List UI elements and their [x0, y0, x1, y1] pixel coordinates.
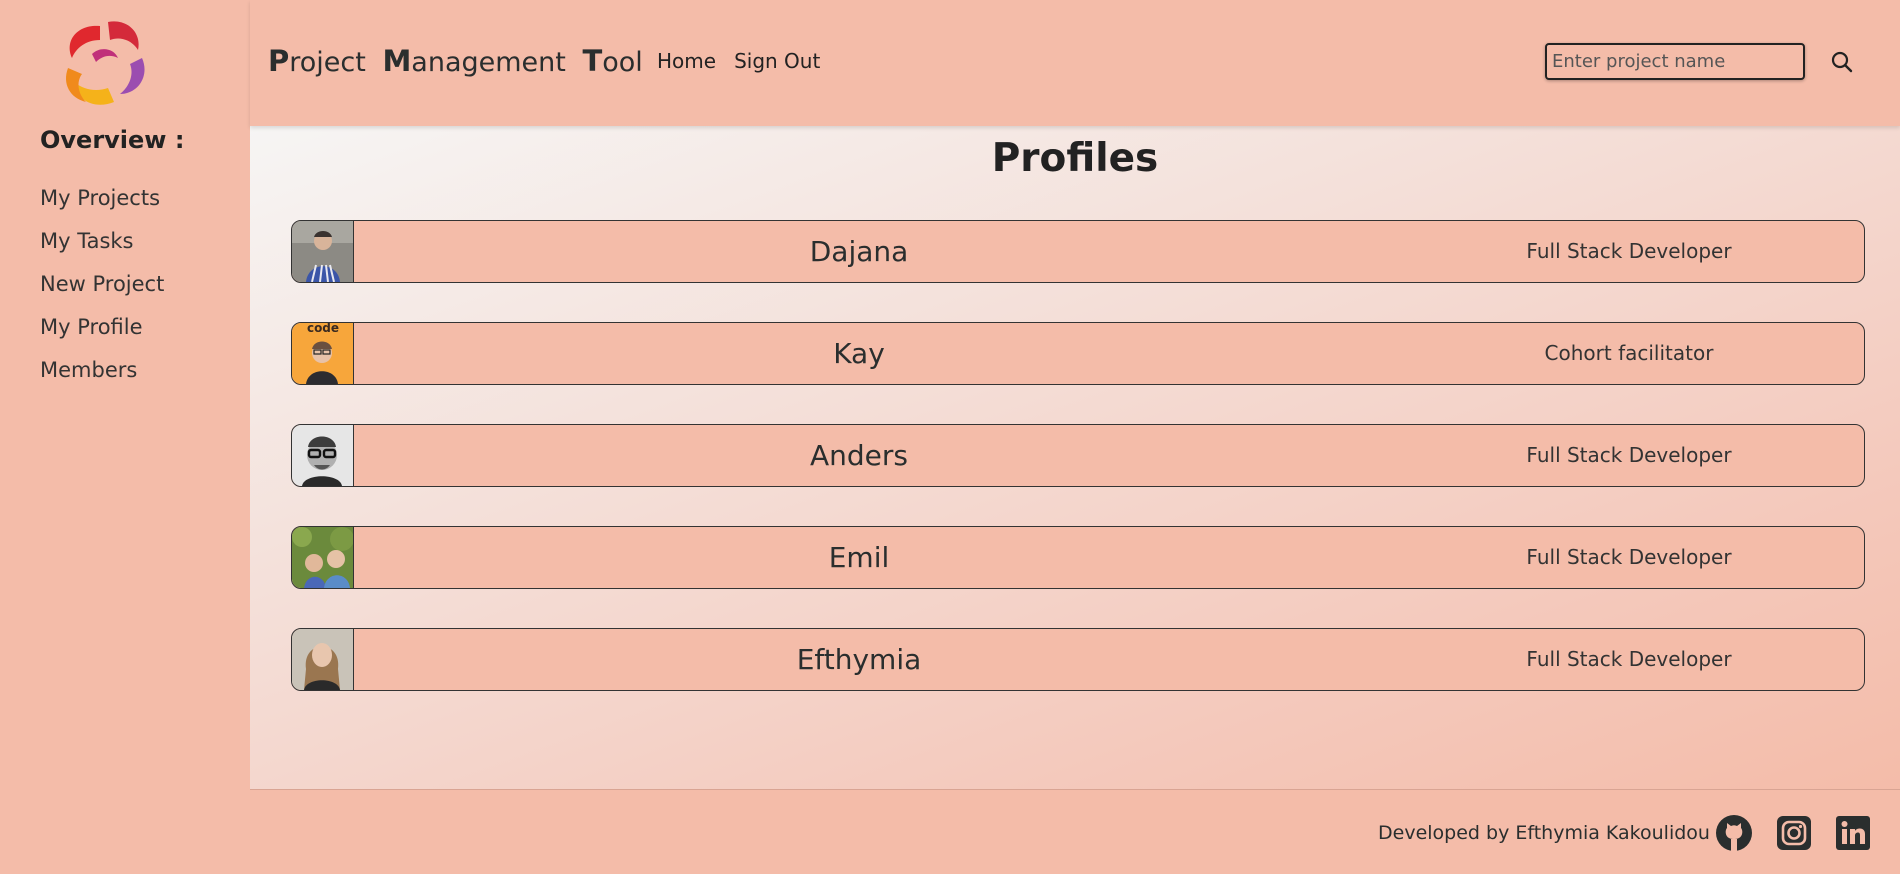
footer-credit: Developed by Efthymia Kakoulidou [1378, 822, 1710, 844]
sidebar: Overview : My Projects My Tasks New Proj… [0, 0, 250, 874]
profile-role: Full Stack Developer [1526, 647, 1732, 671]
app-title-initial: P [268, 44, 290, 78]
app-title-word: Project [268, 44, 366, 78]
profiles-list: Dajana Full Stack Developer code Kay Coh… [291, 220, 1865, 730]
profile-role: Full Stack Developer [1526, 239, 1732, 263]
profile-card[interactable]: code Kay Cohort facilitator [291, 322, 1865, 385]
app-title-initial: T [582, 44, 603, 78]
header: Project Management Tool Home Sign Out [250, 0, 1900, 126]
linkedin-icon[interactable] [1834, 814, 1872, 852]
search-icon[interactable] [1828, 48, 1856, 76]
app-title[interactable]: Project Management Tool [268, 44, 651, 78]
top-nav: Home Sign Out [657, 49, 820, 73]
profile-card[interactable]: Dajana Full Stack Developer [291, 220, 1865, 283]
sidebar-item-my-profile[interactable]: My Profile [40, 315, 164, 358]
github-icon[interactable] [1715, 814, 1753, 852]
app-title-rest: ool [602, 47, 643, 78]
app-title-word: Tool [582, 44, 642, 78]
sidebar-nav: My Projects My Tasks New Project My Prof… [40, 186, 164, 401]
swirl-logo-icon[interactable] [56, 18, 150, 108]
profile-role: Cohort facilitator [1544, 341, 1714, 365]
sidebar-item-my-tasks[interactable]: My Tasks [40, 229, 164, 272]
overview-title: Overview : [40, 126, 185, 154]
main-content: Profiles Dajana Full Stack Developer cod… [250, 126, 1900, 790]
profile-card[interactable]: Emil Full Stack Developer [291, 526, 1865, 589]
sidebar-item-my-projects[interactable]: My Projects [40, 186, 164, 229]
profile-name: Efthymia [796, 643, 922, 676]
profile-name: Emil [828, 541, 890, 574]
nav-sign-out-link[interactable]: Sign Out [734, 49, 820, 73]
profile-card[interactable]: Anders Full Stack Developer [291, 424, 1865, 487]
sidebar-item-members[interactable]: Members [40, 358, 164, 401]
app-title-rest: roject [289, 47, 366, 78]
profile-card[interactable]: Efthymia Full Stack Developer [291, 628, 1865, 691]
app-title-initial: M [382, 44, 412, 78]
page-title: Profiles [991, 136, 1159, 181]
app-title-word-text: Tool [582, 44, 642, 78]
app-title-word-text: Project [268, 44, 366, 78]
profile-role: Full Stack Developer [1526, 545, 1732, 569]
app-title-rest: anagement [411, 47, 566, 78]
profile-role: Full Stack Developer [1526, 443, 1732, 467]
profile-name: Kay [833, 337, 885, 370]
profile-name: Anders [810, 439, 908, 472]
app-title-word: Management [382, 44, 565, 78]
nav-home-link[interactable]: Home [657, 49, 716, 73]
sidebar-item-new-project[interactable]: New Project [40, 272, 164, 315]
app-title-word-text: Management [382, 44, 565, 78]
instagram-icon[interactable] [1775, 814, 1813, 852]
footer: Developed by Efthymia Kakoulidou [250, 790, 1900, 874]
profile-name: Dajana [809, 235, 909, 268]
search-input[interactable] [1545, 43, 1805, 80]
